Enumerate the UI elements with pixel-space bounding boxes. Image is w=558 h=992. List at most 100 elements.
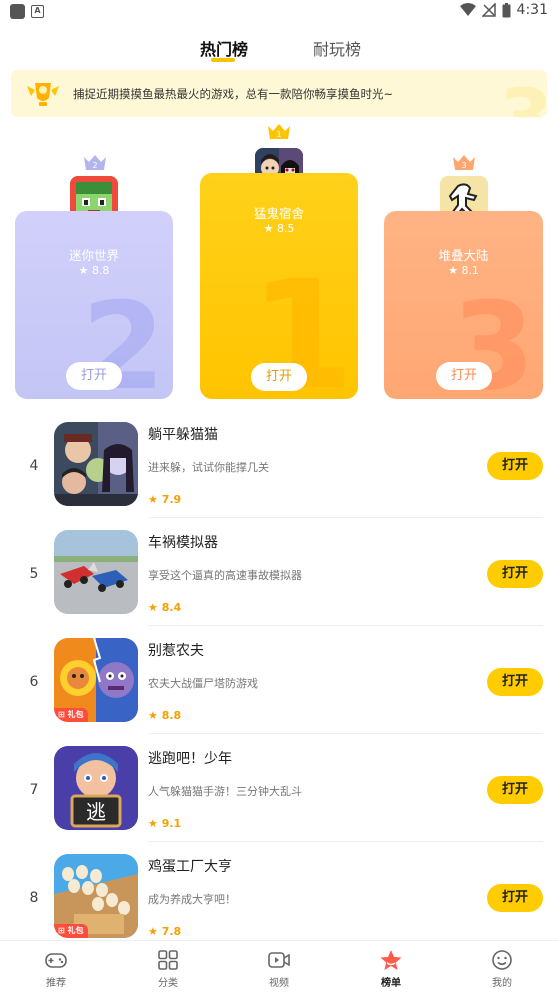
ranking-banner: 捕捉近期摸摸鱼最热最火的游戏，总有一款陪你畅享摸鱼时光~ 3 (11, 70, 547, 117)
star-icon: ★ (148, 925, 158, 938)
podium-rating: ★ 8.8 (15, 264, 173, 277)
game-score: ★ 7.9 (148, 493, 181, 506)
bottom-navigation: 推荐 分类 视频 榜单 我的 (0, 940, 558, 992)
nav-label: 视频 (269, 978, 289, 989)
star-icon: ★ (148, 817, 158, 830)
rating-value: 8.8 (91, 264, 110, 277)
game-title[interactable]: 别惹农夫 (148, 640, 204, 660)
game-icon-crash-simulator[interactable] (54, 530, 138, 614)
active-tab-indicator (211, 58, 235, 62)
gift-badge: ⊞ 礼包 (54, 708, 88, 722)
nav-label: 分类 (158, 978, 178, 989)
game-title[interactable]: 鸡蛋工厂大亨 (148, 856, 232, 876)
gift-badge: ⊞ 礼包 (54, 924, 88, 938)
no-signal-icon (481, 3, 496, 17)
rating-value: 8.1 (461, 264, 479, 277)
score-value: 8.8 (161, 709, 182, 722)
divider (148, 733, 543, 734)
open-button[interactable]: 打开 (436, 362, 492, 390)
nav-mine[interactable]: 我的 (462, 941, 542, 992)
a-notification-icon: A (31, 5, 44, 18)
trophy-badge-icon (27, 83, 59, 106)
banner-text: 捕捉近期摸摸鱼最热最火的游戏，总有一款陪你畅享摸鱼时光~ (73, 87, 394, 101)
game-description: 农夫大战僵尸塔防游戏 (148, 677, 258, 690)
list-item[interactable]: 6 ⊞ 礼包 别惹农夫 农夫大战僵尸塔防游戏 ★ 8.8 打开 (0, 629, 558, 737)
crown-rank: 3 (461, 161, 466, 170)
grid-icon (158, 950, 178, 970)
nav-category[interactable]: 分类 (128, 941, 208, 992)
battery-icon (502, 2, 511, 17)
game-title[interactable]: 躺平躲猫猫 (148, 424, 218, 444)
nav-recommend[interactable]: 推荐 (16, 941, 96, 992)
crown-icon: 2 (84, 155, 106, 170)
rating-value: 8.5 (276, 222, 295, 235)
game-score: ★ 8.8 (148, 709, 181, 722)
tab-durable[interactable]: 耐玩榜 (313, 36, 361, 60)
list-item[interactable]: 8 ⊞ 礼包 鸡蛋工厂大亨 成为养成大亨吧！ ★ 7.8 打开 (0, 845, 558, 953)
rank-number: 4 (29, 458, 39, 474)
podium-game-name: 堆叠大陆 (438, 248, 489, 263)
open-button[interactable]: 打开 (487, 776, 543, 804)
podium-rank-2: 2 迷你世界 ★ 8.8 打开 (15, 211, 173, 399)
crown-rank: 1 (276, 130, 281, 139)
star-icon: ★ (263, 222, 274, 235)
list-item[interactable]: 4 躺平躲猫猫 进来躲，试试你能撑几关 ★ 7.9 打开 (0, 413, 558, 521)
game-icon-run-boy[interactable]: 逃 (54, 746, 138, 830)
gift-icon: ⊞ (58, 710, 65, 719)
rank-number: 5 (29, 566, 39, 582)
game-score: ★ 8.4 (148, 601, 181, 614)
game-icon-dont-mess-farmer[interactable]: ⊞ 礼包 (54, 638, 138, 722)
banner-decoration: 3 (499, 74, 547, 117)
open-button[interactable]: 打开 (487, 884, 543, 912)
game-score: ★ 9.1 (148, 817, 181, 830)
podium-rank-3: 3 堆叠大陆 ★ 8.1 打开 (384, 211, 543, 399)
game-description: 享受这个逼真的高速事故模拟器 (148, 569, 302, 582)
divider (148, 841, 543, 842)
score-value: 7.9 (161, 493, 182, 506)
smiley-icon (492, 950, 512, 970)
tab-hot[interactable]: 热门榜 (200, 36, 248, 60)
divider (148, 625, 543, 626)
divider (148, 517, 543, 518)
video-icon (268, 952, 290, 968)
nav-label: 我的 (492, 978, 512, 989)
star-icon: ★ (78, 264, 89, 277)
gift-label: 礼包 (67, 926, 84, 935)
nav-video[interactable]: 视频 (239, 941, 319, 992)
crown-rank: 2 (92, 161, 97, 170)
open-button[interactable]: 打开 (487, 668, 543, 696)
game-description: 人气躲猫猫手游！三分钟大乱斗 (148, 785, 302, 798)
star-icon: ★ (448, 264, 458, 277)
list-item[interactable]: 7 逃 逃跑吧！少年 人气躲猫猫手游！三分钟大乱斗 ★ 9.1 打开 (0, 737, 558, 845)
nav-label: 榜单 (381, 978, 401, 989)
crown-icon: 1 (268, 124, 290, 139)
game-score: ★ 7.8 (148, 925, 181, 938)
game-icon-egg-factory[interactable]: ⊞ 礼包 (54, 854, 138, 938)
ranking-tabs: 热门榜 耐玩榜 (0, 34, 558, 64)
podium-game-name: 迷你世界 (68, 248, 119, 263)
podium-rating: ★ 8.5 (200, 222, 358, 235)
star-icon: ★ (148, 709, 158, 722)
star-icon: ★ (148, 601, 158, 614)
escape-text: 逃 (86, 800, 106, 824)
game-title[interactable]: 车祸模拟器 (148, 532, 218, 552)
crown-icon: 3 (453, 155, 475, 170)
open-button[interactable]: 打开 (487, 560, 543, 588)
game-description: 成为养成大亨吧！ (148, 893, 236, 906)
nav-ranking[interactable]: 榜单 (351, 941, 431, 992)
gamepad-icon (45, 953, 67, 968)
open-button[interactable]: 打开 (66, 362, 122, 390)
gift-label: 礼包 (67, 710, 84, 719)
nav-label: 推荐 (46, 978, 66, 989)
podium-rating: ★ 8.1 (384, 264, 543, 277)
open-button[interactable]: 打开 (251, 363, 307, 391)
podium-game-name: 猛鬼宿舍 (253, 206, 304, 221)
star-icon: ★ (148, 493, 158, 506)
rank-number: 7 (29, 782, 39, 798)
game-title[interactable]: 逃跑吧！少年 (148, 748, 232, 768)
open-button[interactable]: 打开 (487, 452, 543, 480)
status-bar: A 4:31 (0, 0, 558, 24)
list-item[interactable]: 5 车祸模拟器 享受这个逼真的高速事故模拟器 ★ 8.4 打开 (0, 521, 558, 629)
game-description: 进来躲，试试你能撑几关 (148, 461, 269, 474)
game-icon-lie-flat-hide-seek[interactable] (54, 422, 138, 506)
